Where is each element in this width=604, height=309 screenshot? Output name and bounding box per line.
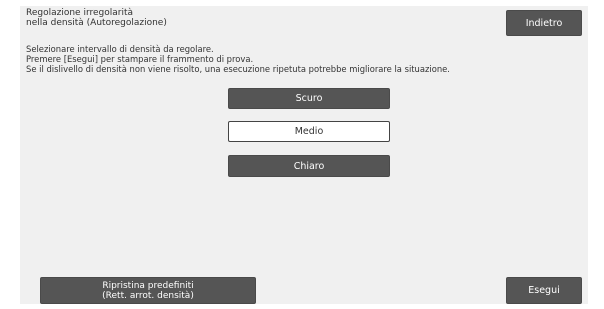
range-medium-button[interactable]: Medio — [228, 121, 390, 142]
execute-button[interactable]: Esegui — [506, 277, 582, 304]
instructions: Selezionare intervallo di densità da reg… — [26, 44, 450, 74]
instruction-line-1: Selezionare intervallo di densità da reg… — [26, 44, 214, 54]
instruction-line-2: Premere [Esegui] per stampare il frammen… — [26, 54, 254, 64]
restore-defaults-label-line-1: Ripristina predefiniti — [102, 280, 194, 291]
range-dark-button[interactable]: Scuro — [228, 88, 390, 109]
range-light-button[interactable]: Chiaro — [228, 155, 390, 177]
page-title: Regolazione irregolarità nella densità (… — [26, 8, 167, 28]
back-button[interactable]: Indietro — [506, 10, 582, 36]
page-title-line-1: Regolazione irregolarità — [26, 8, 134, 18]
instruction-line-3: Se il dislivello di densità non viene ri… — [26, 64, 450, 74]
restore-defaults-button[interactable]: Ripristina predefiniti (Rett. arrot. den… — [40, 277, 256, 304]
restore-defaults-label-line-2: (Rett. arrot. densità) — [102, 290, 194, 301]
page-title-line-2: nella densità (Autoregolazione) — [26, 18, 167, 28]
main-panel: Regolazione irregolarità nella densità (… — [20, 6, 588, 304]
